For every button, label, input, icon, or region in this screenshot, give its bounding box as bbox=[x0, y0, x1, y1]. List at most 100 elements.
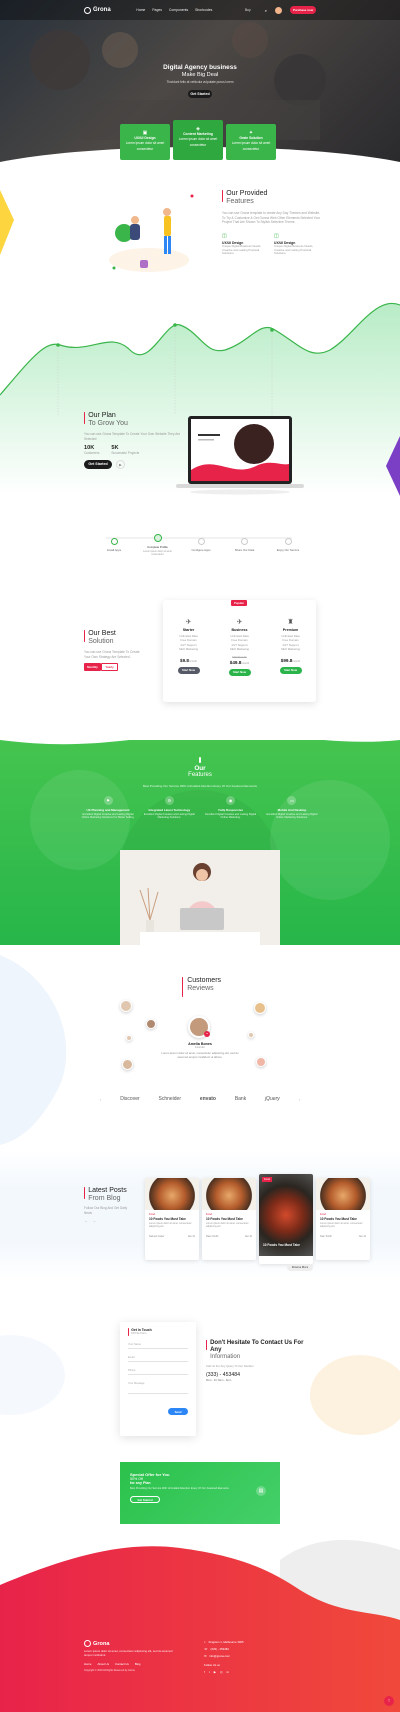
feature-card-text: Excellent Digital Creative and Lasting D… bbox=[81, 813, 135, 819]
post-date: Jan 12 bbox=[244, 1234, 252, 1238]
facebook-icon[interactable]: f bbox=[204, 1670, 205, 1674]
pricing-table: Popular ✈ Starter Unlimited Data Free Do… bbox=[163, 600, 316, 702]
youtube-icon[interactable]: ▶ bbox=[214, 1670, 216, 1674]
arrow-left-icon[interactable]: ← bbox=[84, 1218, 88, 1223]
post-excerpt: Lorem ipsum dolor sit amet, consectetur … bbox=[320, 1222, 363, 1229]
step-item[interactable]: Install Apps bbox=[96, 537, 132, 553]
post-excerpt: Lorem ipsum dolor sit amet, consectetur … bbox=[206, 1222, 249, 1229]
step-item[interactable]: Share Our Data bbox=[227, 537, 263, 553]
features-text: You can use Grona template to create Any… bbox=[222, 211, 321, 225]
email-field[interactable]: Email bbox=[128, 1356, 188, 1362]
footer-link[interactable]: Home bbox=[84, 1662, 91, 1666]
client-logo: envato bbox=[199, 1096, 216, 1102]
blog-post-card[interactable]: Food 10 Foods You Must Take Lorem ipsum … bbox=[316, 1178, 370, 1260]
footer-phone[interactable]: (333) - 453484 bbox=[211, 1647, 229, 1651]
feature-card[interactable]: ▭ Mobile And Desktop Excellent Digital C… bbox=[264, 796, 320, 819]
plan-feature: SEO Marketing bbox=[230, 647, 249, 652]
message-field[interactable]: Your Message bbox=[128, 1382, 188, 1394]
menu-item-shortcodes[interactable]: Shortcodes bbox=[195, 8, 212, 12]
service-card[interactable]: ◈ Content Marketing Lorem ipsum dolor si… bbox=[173, 120, 223, 160]
features-subtitle: Features bbox=[226, 198, 254, 205]
arrow-right-icon[interactable]: → bbox=[92, 1218, 96, 1223]
step-item[interactable]: Complete Profile Lorem ipsum dolor sit a… bbox=[140, 534, 176, 556]
footer-email[interactable]: info@grona.com bbox=[209, 1654, 230, 1658]
step-dot bbox=[197, 538, 205, 546]
post-author: Sam Smith bbox=[320, 1234, 332, 1238]
service-card[interactable]: ▣ UX/UI Design Lorem ipsum dolor sit ame… bbox=[120, 124, 170, 160]
reviewer-avatar[interactable] bbox=[248, 1032, 254, 1038]
offer-get-started-button[interactable]: Get Started bbox=[130, 1496, 160, 1503]
avatar[interactable] bbox=[274, 6, 282, 14]
blog-post-card[interactable]: Food 10 Foods You Must Take Lorem ipsum … bbox=[202, 1178, 256, 1260]
brand[interactable]: Grona bbox=[84, 6, 111, 14]
feature-card[interactable]: ⚑ UX Planning and Management Excellent D… bbox=[80, 796, 136, 819]
feature-card[interactable]: ◉ Fully Responsive Excellent Digital Cre… bbox=[203, 796, 259, 819]
menu-item-home[interactable]: Home bbox=[136, 8, 145, 12]
reviewer-avatar[interactable] bbox=[126, 1035, 132, 1041]
purchase-button[interactable]: Purchase now bbox=[289, 6, 316, 14]
logo-icon bbox=[84, 1640, 91, 1647]
menu-item-components[interactable]: Components bbox=[169, 8, 188, 12]
gift-icon: ▤ bbox=[256, 1486, 266, 1496]
footer-link[interactable]: Contact Us bbox=[115, 1662, 129, 1666]
layers-icon: ◫ bbox=[274, 232, 279, 239]
chevron-left-icon[interactable]: ‹ bbox=[100, 1097, 101, 1102]
price-value: $9.8 bbox=[180, 657, 189, 663]
plan-features: Unlimited Data Free Domain 24/7 Support … bbox=[265, 634, 316, 652]
step-label: Configure Apps bbox=[191, 548, 211, 553]
start-now-button[interactable]: Start Now bbox=[228, 668, 251, 676]
footer-logo[interactable]: Grona bbox=[93, 1641, 109, 1647]
title-accent-bar bbox=[84, 630, 86, 642]
client-logo: Bank bbox=[234, 1096, 247, 1102]
scroll-top-button[interactable]: ↑ bbox=[384, 1696, 394, 1706]
paper-plane-icon: ✈ bbox=[185, 619, 192, 626]
woman-laptop-photo bbox=[120, 850, 280, 945]
footer-link[interactable]: Blog bbox=[135, 1662, 141, 1666]
post-title: 10 Foods You Must Take bbox=[263, 1243, 300, 1247]
tab-monthly[interactable]: Monthly bbox=[84, 663, 101, 672]
phone-field[interactable]: Phone bbox=[128, 1369, 188, 1375]
service-card-text: Lorem ipsum dolor sit amet consectetur bbox=[231, 141, 271, 151]
features-title: Our Provided bbox=[226, 190, 268, 197]
post-date: Jan 12 bbox=[358, 1234, 366, 1238]
send-button[interactable]: Send bbox=[168, 1408, 188, 1415]
service-card[interactable]: ✦ Grate Solution Lorem ipsum dolor sit a… bbox=[226, 124, 276, 160]
setup-steps: Install Apps Complete Profile Lorem ipsu… bbox=[96, 534, 306, 556]
plan-feature: SEO Marketing bbox=[281, 647, 300, 652]
feature-card[interactable]: ⚙ Integrated Latest Technology Excellent… bbox=[141, 796, 197, 819]
reviewer-avatar[interactable] bbox=[120, 1000, 132, 1012]
tab-yearly[interactable]: Yearly bbox=[101, 663, 118, 672]
start-now-button[interactable]: Start Now bbox=[177, 666, 200, 674]
blog-post-card-featured[interactable]: Food 10 Foods You Must Take bbox=[259, 1174, 313, 1264]
step-item[interactable]: Configure Apps bbox=[183, 537, 219, 553]
linkedin-icon[interactable]: in bbox=[227, 1670, 229, 1674]
reviewer-avatar[interactable] bbox=[256, 1057, 266, 1067]
plan-get-started-button[interactable]: Get Started bbox=[84, 459, 112, 469]
reviewer-avatar[interactable] bbox=[122, 1059, 133, 1070]
pricing-subtitle: Solution bbox=[88, 638, 114, 645]
twitter-icon[interactable]: t bbox=[209, 1670, 210, 1674]
name-field[interactable]: Your Name bbox=[128, 1343, 188, 1349]
footer-link[interactable]: About Us bbox=[97, 1662, 109, 1666]
cart-link[interactable]: Buy bbox=[245, 8, 251, 12]
chevron-right-icon[interactable]: › bbox=[299, 1097, 300, 1102]
play-icon[interactable]: ▶ bbox=[116, 459, 125, 469]
search-icon[interactable]: ⌕ bbox=[265, 8, 267, 13]
plan-title: Our Plan bbox=[88, 412, 116, 419]
reviewer-avatar[interactable] bbox=[254, 1002, 266, 1014]
browse-more-button[interactable]: Browse More bbox=[287, 1264, 313, 1271]
menu-item-pages[interactable]: Pages bbox=[152, 8, 162, 12]
old-price: $79.8/month bbox=[232, 655, 247, 659]
pricing-intro: Our Best Solution You can use Grona Temp… bbox=[84, 630, 144, 672]
reviewer-role: Founder bbox=[195, 1046, 205, 1049]
contact-heading: Don't Hesitate To Contact Us For Any Inf… bbox=[210, 1340, 306, 1361]
step-item[interactable]: Enjoy Our Service bbox=[270, 537, 306, 553]
features-heading: Our Provided Features bbox=[226, 190, 267, 206]
post-meta: Dave Smith Jan 12 bbox=[202, 1229, 256, 1238]
reviewer-avatar[interactable] bbox=[146, 1019, 156, 1029]
start-now-button[interactable]: Start Now bbox=[279, 666, 302, 674]
instagram-icon[interactable]: ◎ bbox=[220, 1670, 223, 1674]
contact-hours: Mon - Fri 9am - 6pm bbox=[206, 1377, 232, 1382]
hero-get-started-button[interactable]: Get Started bbox=[188, 90, 212, 98]
blog-post-card[interactable]: Food 10 Foods You Must Take Lorem ipsum … bbox=[145, 1178, 199, 1260]
